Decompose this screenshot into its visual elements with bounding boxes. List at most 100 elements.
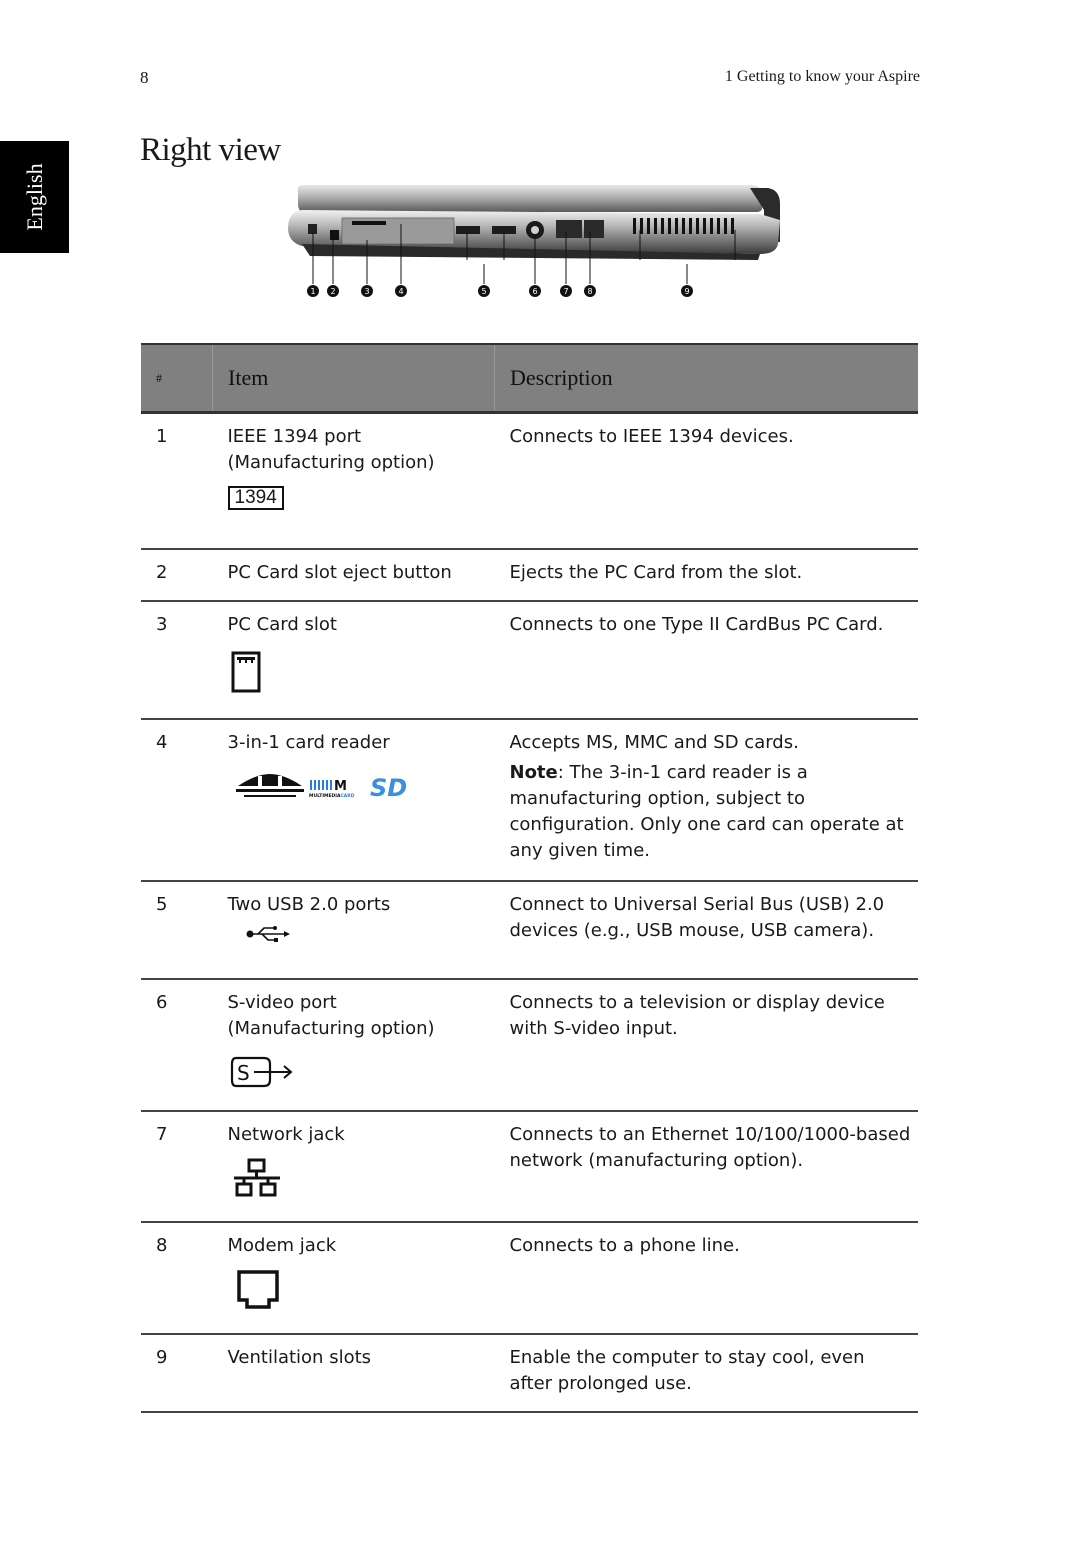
row-description: Accepts MS, MMC and SD cards. Note: The … <box>494 718 918 882</box>
table-row: 4 3-in-1 card reader M MULTIMEDIACARD SD… <box>141 718 918 882</box>
ventilation-slots <box>633 218 734 234</box>
row-item: IEEE 1394 port (Manufacturing option) 13… <box>212 412 495 550</box>
svg-text:2: 2 <box>330 287 335 296</box>
item-label: Two USB 2.0 ports <box>227 893 391 915</box>
table-row: 9 Ventilation slots Enable the computer … <box>141 1333 918 1413</box>
row-number: 3 <box>141 600 213 720</box>
description-text: Connects to IEEE 1394 devices. <box>509 426 794 447</box>
note-label: Note <box>509 761 558 783</box>
language-tab: English <box>0 141 69 253</box>
usb-icon <box>246 924 494 952</box>
table-row: 1 IEEE 1394 port (Manufacturing option) … <box>141 412 918 550</box>
network-port <box>556 220 582 238</box>
row-item: Ventilation slots <box>212 1333 495 1413</box>
description-text: Connects to a phone line. <box>509 1234 740 1256</box>
sd-logo-icon: SD <box>370 774 407 802</box>
callout-6: 6 <box>529 285 541 297</box>
svg-text:MULTIMEDIACARD: MULTIMEDIACARD <box>309 793 355 799</box>
table-row: 5 Two USB 2.0 ports Connect to Universal… <box>141 880 918 980</box>
callout-7: 7 <box>560 285 572 297</box>
item-label: PC Card slot eject button <box>227 561 452 583</box>
row-number: 5 <box>141 880 213 980</box>
memory-stick-logo-icon <box>235 773 304 797</box>
svg-text:1: 1 <box>310 287 315 296</box>
row-number: 7 <box>141 1110 213 1223</box>
running-head: 1 Getting to know your Aspire <box>724 68 920 85</box>
ieee1394-icon: 1394 <box>227 486 284 510</box>
row-number: 8 <box>141 1221 213 1335</box>
item-label: Ventilation slots <box>227 1346 372 1368</box>
callout-9: 9 <box>681 285 693 297</box>
table-row: 8 Modem jack Connects to a phone line. <box>141 1221 918 1335</box>
callout-1: 1 <box>307 285 319 297</box>
section-title: Right view <box>140 132 281 168</box>
item-sublabel: (Manufacturing option) <box>227 1017 435 1039</box>
row-number: 9 <box>141 1333 213 1413</box>
svg-text:8: 8 <box>587 287 592 296</box>
row-item: Network jack <box>212 1110 495 1223</box>
column-header-description: Description <box>494 343 918 414</box>
row-item: Modem jack <box>212 1221 495 1335</box>
note: Note: The 3-in-1 card reader is a manufa… <box>510 760 913 864</box>
callout-3: 3 <box>361 285 373 297</box>
description-text: Ejects the PC Card from the slot. <box>509 561 803 583</box>
table-row: 6 S-video port (Manufacturing option) S … <box>141 978 918 1112</box>
svg-text:SD: SD <box>370 774 407 802</box>
item-sublabel: (Manufacturing option) <box>227 452 435 473</box>
row-number: 4 <box>141 718 213 882</box>
svg-text:M: M <box>334 779 347 794</box>
svg-text:5: 5 <box>481 287 486 296</box>
pc-card-eject-button <box>330 230 339 240</box>
item-label: S-video port <box>227 991 337 1013</box>
item-label: 3-in-1 card reader <box>227 731 390 753</box>
item-label: IEEE 1394 port <box>227 426 362 447</box>
row-item: S-video port (Manufacturing option) S <box>212 978 495 1112</box>
multimediacard-logo-icon: M MULTIMEDIACARD <box>309 779 355 799</box>
item-label: Network jack <box>227 1123 345 1145</box>
description-text: Enable the computer to stay cool, even a… <box>509 1346 865 1394</box>
callout-5: 5 <box>478 285 490 297</box>
row-description: Ejects the PC Card from the slot. <box>494 548 918 602</box>
usb-port-1 <box>456 226 480 234</box>
callout-4: 4 <box>395 285 407 297</box>
item-label: Modem jack <box>227 1234 337 1256</box>
pc-card-icon <box>230 650 494 702</box>
callout-markers: 1 2 3 4 5 6 7 8 9 <box>307 285 693 297</box>
description-text: Connects to an Ethernet 10/100/1000-base… <box>509 1123 911 1171</box>
row-item: Two USB 2.0 ports <box>212 880 495 980</box>
table-row: 2 PC Card slot eject button Ejects the P… <box>141 548 918 602</box>
row-number: 1 <box>141 412 213 550</box>
svg-text:4: 4 <box>398 287 403 296</box>
card-reader-logos-icon: M MULTIMEDIACARD SD <box>235 772 494 810</box>
description-text: Connect to Universal Serial Bus (USB) 2.… <box>509 893 885 941</box>
language-tab-label: English <box>21 163 47 231</box>
page-number: 8 <box>140 68 149 87</box>
svg-text:9: 9 <box>684 287 689 296</box>
modem-icon <box>236 1269 494 1319</box>
s-video-icon: S <box>230 1056 494 1096</box>
modem-port <box>584 220 604 238</box>
svg-text:7: 7 <box>563 287 568 296</box>
table-row: 7 Network jack Connects to an Ethernet 1… <box>141 1110 918 1223</box>
callout-8: 8 <box>584 285 596 297</box>
column-header-item: Item <box>212 343 495 414</box>
row-item: 3-in-1 card reader M MULTIMEDIACARD SD <box>212 718 495 882</box>
table-header-row: # Item Description <box>141 343 918 414</box>
row-description: Enable the computer to stay cool, even a… <box>494 1333 918 1413</box>
row-description: Connects to one Type II CardBus PC Card. <box>494 600 918 720</box>
description-text: Connects to a television or display devi… <box>509 991 885 1039</box>
table-row: 3 PC Card slot Connects to one Type II C… <box>141 600 918 720</box>
row-description: Connects to an Ethernet 10/100/1000-base… <box>494 1110 918 1223</box>
description-text: Accepts MS, MMC and SD cards. <box>509 731 799 753</box>
row-description: Connects to a television or display devi… <box>494 978 918 1112</box>
svg-text:S: S <box>237 1061 250 1085</box>
svg-text:3: 3 <box>364 287 369 296</box>
ports-table: # Item Description 1 IEEE 1394 port (Man… <box>141 343 918 1413</box>
row-number: 2 <box>141 548 213 602</box>
item-label: PC Card slot <box>227 613 337 635</box>
row-description: Connects to IEEE 1394 devices. <box>494 412 918 550</box>
column-header-number: # <box>141 343 213 414</box>
row-number: 6 <box>141 978 213 1112</box>
row-description: Connect to Universal Serial Bus (USB) 2.… <box>494 880 918 980</box>
svg-text:6: 6 <box>532 287 537 296</box>
